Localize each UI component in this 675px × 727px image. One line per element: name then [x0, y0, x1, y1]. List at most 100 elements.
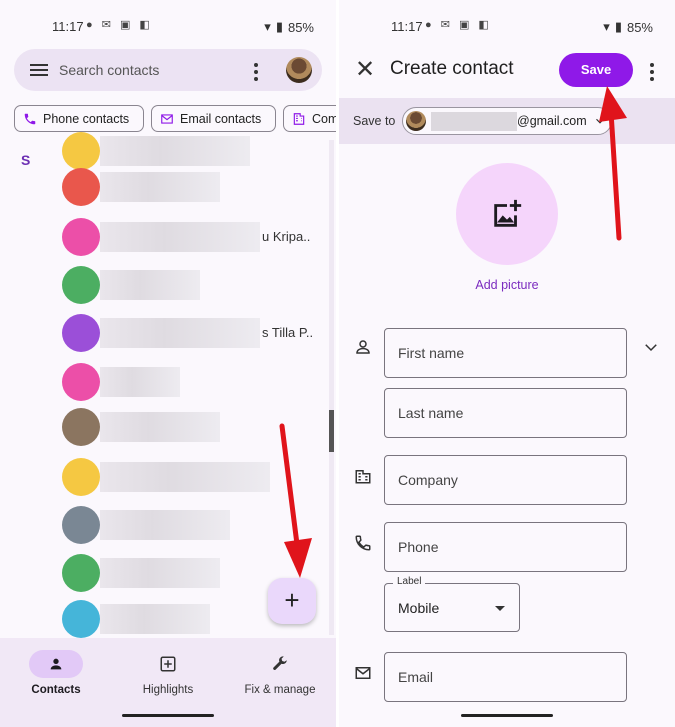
- contact-row[interactable]: u Kripa..: [62, 218, 322, 258]
- chip-label: Com: [312, 112, 336, 126]
- account-email: @gmail.com: [517, 114, 587, 128]
- notification-icons: ● ✉ ▣ ◧: [86, 19, 153, 31]
- contact-avatar: [62, 408, 100, 446]
- search-input[interactable]: Search contacts: [59, 62, 159, 78]
- nav-contacts[interactable]: Contacts: [6, 650, 106, 696]
- contact-row[interactable]: [62, 363, 322, 403]
- add-photo-icon: [494, 199, 522, 227]
- chip-company-contacts[interactable]: Com: [283, 105, 336, 132]
- contact-row[interactable]: [62, 168, 322, 208]
- contact-name-redacted: [100, 136, 250, 166]
- save-to-label: Save to: [353, 114, 396, 128]
- save-button[interactable]: Save: [559, 53, 633, 87]
- contact-avatar: [62, 458, 100, 496]
- chip-email-contacts[interactable]: Email contacts: [151, 105, 276, 132]
- account-avatar[interactable]: [286, 57, 312, 83]
- chip-label: Email contacts: [180, 112, 262, 126]
- wrench-icon: [273, 656, 287, 670]
- nav-label: Fix & manage: [244, 684, 316, 696]
- building-icon: [293, 113, 305, 125]
- chevron-down-icon[interactable]: [642, 338, 660, 356]
- last-name-placeholder: Last name: [398, 405, 464, 421]
- person-icon: [50, 658, 62, 670]
- mail-icon: [161, 114, 173, 124]
- status-right: ▾ ▮ 85%: [603, 19, 653, 35]
- status-right: ▾ ▮ 85%: [264, 19, 314, 35]
- close-icon[interactable]: ✕: [355, 58, 375, 82]
- person-icon: [356, 340, 370, 354]
- email-field[interactable]: Email: [384, 652, 627, 702]
- contact-name-redacted: [100, 462, 270, 492]
- contact-avatar: [62, 600, 100, 638]
- search-bar[interactable]: Search contacts: [14, 49, 322, 91]
- account-name-redacted: [431, 112, 517, 131]
- contact-row[interactable]: [62, 266, 322, 306]
- chip-phone-contacts[interactable]: Phone contacts: [14, 105, 144, 132]
- contact-name-tail: u Kripa..: [262, 229, 311, 244]
- page-title: Create contact: [390, 58, 514, 79]
- add-contact-button[interactable]: +: [268, 578, 316, 624]
- contact-avatar: [62, 314, 100, 352]
- menu-icon[interactable]: [30, 61, 48, 79]
- battery-icon: ▮: [614, 19, 622, 34]
- last-name-field[interactable]: Last name: [384, 388, 627, 438]
- contact-row[interactable]: [62, 408, 322, 448]
- account-avatar: [406, 111, 426, 131]
- battery-percent: 85%: [287, 19, 314, 35]
- phone-placeholder: Phone: [398, 539, 439, 555]
- battery-icon: ▮: [275, 19, 283, 34]
- phone-label-select[interactable]: Label Mobile: [384, 576, 520, 632]
- more-options-icon[interactable]: [650, 63, 654, 84]
- nav-highlights[interactable]: Highlights: [118, 650, 218, 696]
- contacts-list-screen: 11:17 ● ✉ ▣ ◧ ▾ ▮ 85% Search contacts Ph…: [0, 0, 336, 727]
- email-placeholder: Email: [398, 669, 434, 685]
- contact-avatar: [62, 168, 100, 206]
- phone-icon: [355, 535, 371, 551]
- contact-name-redacted: [100, 172, 220, 202]
- status-time: 11:17: [52, 19, 84, 34]
- add-picture-button[interactable]: [456, 163, 558, 265]
- nav-label: Highlights: [142, 684, 194, 696]
- scrollbar-thumb[interactable]: [329, 410, 334, 452]
- add-picture-label[interactable]: Add picture: [339, 278, 675, 292]
- highlights-icon: [160, 656, 176, 672]
- phone-field[interactable]: Phone: [384, 522, 627, 572]
- contact-row[interactable]: [62, 506, 322, 546]
- contact-avatar: [62, 506, 100, 544]
- status-bar: 11:17 ● ✉ ▣ ◧ ▾ ▮ 85%: [339, 0, 675, 46]
- wifi-icon: ▾: [603, 19, 610, 34]
- account-selector[interactable]: @gmail.com: [402, 107, 612, 135]
- company-placeholder: Company: [398, 472, 458, 488]
- save-to-bar: Save to @gmail.com: [339, 98, 675, 144]
- mail-icon: [355, 667, 371, 679]
- status-time: 11:17: [391, 19, 423, 34]
- nav-fix-manage[interactable]: Fix & manage: [230, 650, 330, 696]
- chip-label: Phone contacts: [43, 112, 130, 126]
- section-header-s: S: [21, 152, 31, 168]
- contact-name-redacted: [100, 510, 230, 540]
- contact-name-tail: s Tilla P..: [262, 325, 314, 340]
- nav-label: Contacts: [31, 684, 81, 696]
- phone-icon: [24, 113, 36, 125]
- contact-name-redacted: [100, 270, 200, 300]
- bottom-navigation: Contacts Highlights Fix & manage: [0, 638, 336, 727]
- contact-avatar: [62, 266, 100, 304]
- first-name-placeholder: First name: [398, 345, 465, 361]
- contact-name-redacted: [100, 604, 210, 634]
- status-bar: 11:17 ● ✉ ▣ ◧ ▾ ▮ 85%: [0, 0, 336, 46]
- contact-row[interactable]: [62, 132, 322, 172]
- first-name-field[interactable]: First name: [384, 328, 627, 378]
- contact-row[interactable]: [62, 458, 322, 498]
- contact-name-redacted: [100, 318, 260, 348]
- select-label: Label: [393, 576, 426, 587]
- contact-row[interactable]: s Tilla P..: [62, 314, 322, 354]
- home-indicator[interactable]: [122, 714, 214, 717]
- company-field[interactable]: Company: [384, 455, 627, 505]
- create-contact-screen: 11:17 ● ✉ ▣ ◧ ▾ ▮ 85% ✕ Create contact S…: [339, 0, 675, 727]
- contact-name-redacted: [100, 367, 180, 397]
- more-options-icon[interactable]: [254, 63, 258, 84]
- scrollbar-track[interactable]: [329, 140, 334, 635]
- battery-percent: 85%: [626, 19, 653, 35]
- contact-avatar: [62, 554, 100, 592]
- home-indicator[interactable]: [461, 714, 553, 717]
